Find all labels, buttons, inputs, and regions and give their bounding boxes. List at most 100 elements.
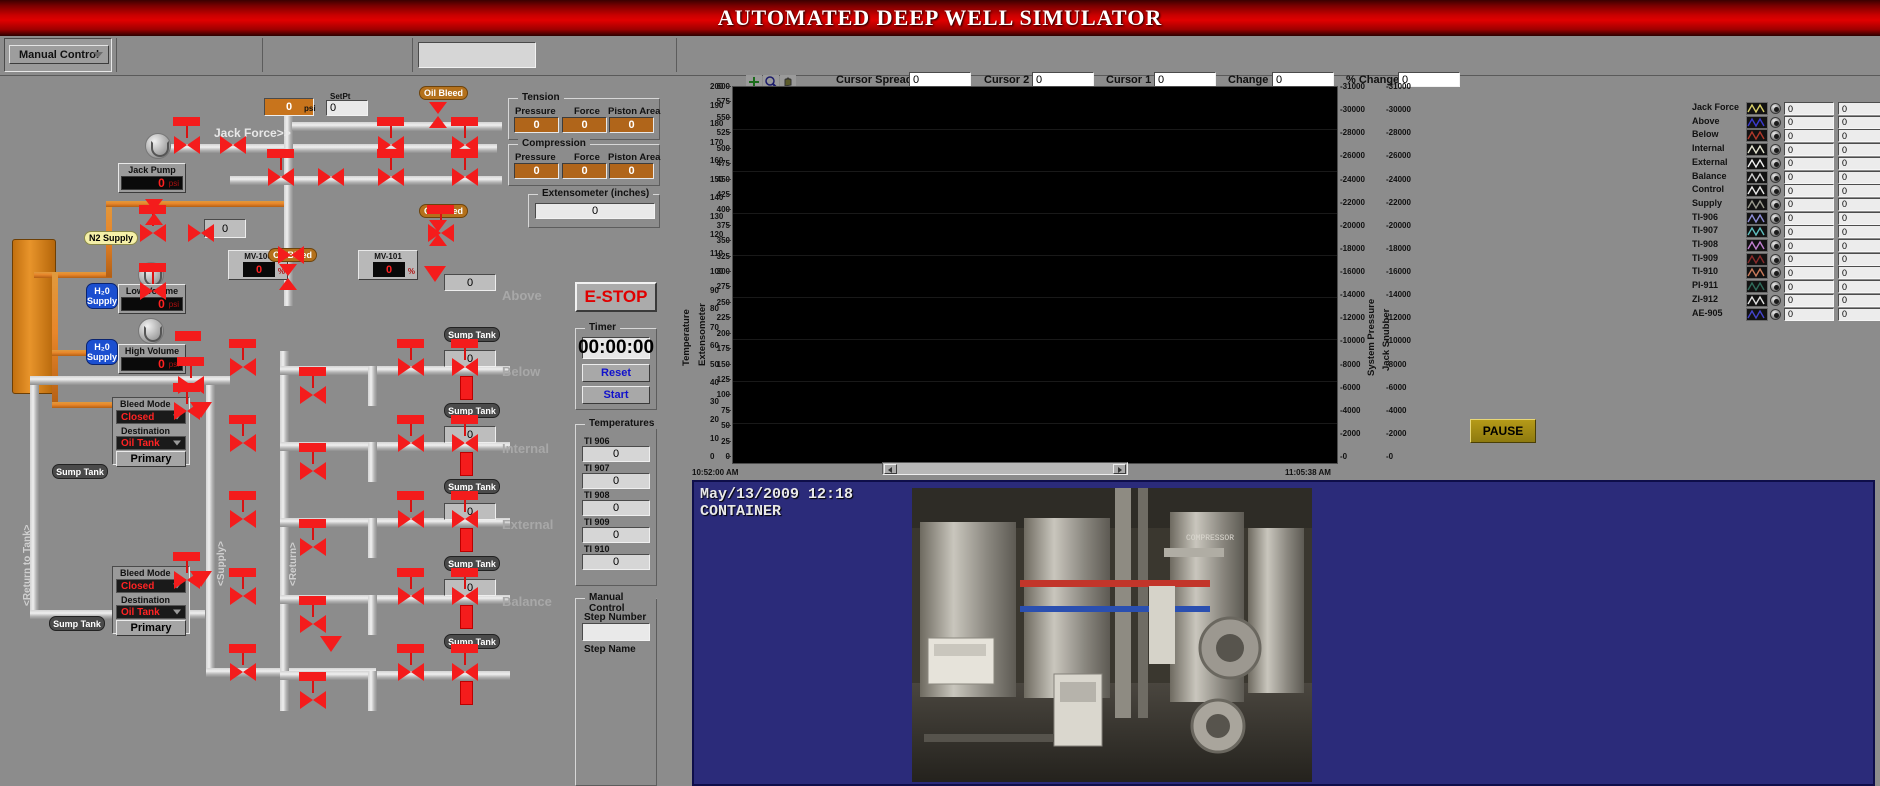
valve-symbol[interactable] [398,358,424,376]
legend-value-secondary[interactable]: 0 [1838,293,1880,307]
legend-value-primary[interactable]: 0 [1784,293,1834,307]
valve-symbol[interactable] [300,386,326,404]
legend-value-primary[interactable]: 0 [1784,225,1834,239]
valve-symbol[interactable] [268,168,294,186]
valve-symbol-vertical[interactable] [429,102,447,128]
valve-symbol[interactable] [452,358,478,376]
zone-actuator-block[interactable] [460,528,473,552]
cursor1-input[interactable]: 0 [1154,72,1216,87]
legend-value-secondary[interactable]: 0 [1838,184,1880,198]
timer-start-button[interactable]: Start [582,386,650,404]
valve-symbol[interactable] [378,168,404,186]
scroll-right-button[interactable] [1113,464,1126,474]
bleed-actuator-block[interactable] [190,571,212,587]
legend-value-primary[interactable]: 0 [1784,184,1834,198]
legend-plot-menu-knob[interactable] [1770,116,1781,128]
legend-row[interactable]: TI-906 0 0 [1692,211,1880,225]
legend-color-swatch[interactable] [1746,170,1768,184]
legend-plot-menu-knob[interactable] [1770,226,1781,238]
valve-symbol[interactable] [300,691,326,709]
valve-symbol[interactable] [452,168,478,186]
valve-symbol[interactable] [140,224,166,242]
valve-symbol[interactable] [300,615,326,633]
legend-color-swatch[interactable] [1746,115,1768,129]
legend-color-swatch[interactable] [1746,129,1768,143]
legend-plot-menu-knob[interactable] [1770,267,1781,279]
legend-value-secondary[interactable]: 0 [1838,280,1880,294]
legend-plot-menu-knob[interactable] [1770,130,1781,142]
zone-actuator-block[interactable] [460,452,473,476]
legend-value-secondary[interactable]: 0 [1838,129,1880,143]
legend-color-swatch[interactable] [1746,184,1768,198]
legend-row[interactable]: TI-909 0 0 [1692,252,1880,266]
valve-symbol[interactable] [140,282,166,300]
valve-symbol[interactable] [300,462,326,480]
legend-value-secondary[interactable]: 0 [1838,143,1880,157]
legend-value-primary[interactable]: 0 [1784,129,1834,143]
legend-row[interactable]: Internal 0 0 [1692,143,1880,157]
valve-symbol[interactable] [452,510,478,528]
legend-row[interactable]: ZI-912 0 0 [1692,293,1880,307]
legend-value-secondary[interactable]: 0 [1838,170,1880,184]
legend-color-swatch[interactable] [1746,225,1768,239]
legend-plot-menu-knob[interactable] [1770,157,1781,169]
legend-row[interactable]: Control 0 0 [1692,184,1880,198]
legend-plot-menu-knob[interactable] [1770,103,1781,114]
legend-value-secondary[interactable]: 0 [1838,239,1880,252]
bleed-actuator-block[interactable] [190,402,212,418]
zone-actuator-block[interactable] [460,605,473,629]
legend-row[interactable]: TI-910 0 0 [1692,266,1880,280]
mode-select[interactable]: Manual Control [9,45,109,64]
legend-color-swatch[interactable] [1746,239,1768,252]
legend-color-swatch[interactable] [1746,197,1768,211]
legend-color-swatch[interactable] [1746,211,1768,225]
legend-row[interactable]: Above 0 0 [1692,115,1880,129]
legend-row[interactable]: Supply 0 0 [1692,197,1880,211]
legend-value-primary[interactable]: 0 [1784,307,1834,321]
valve-symbol[interactable] [318,168,344,186]
legend-plot-menu-knob[interactable] [1770,294,1781,306]
zone-actuator-block[interactable] [460,376,473,400]
legend-value-primary[interactable]: 0 [1784,170,1834,184]
valve-symbol[interactable] [398,587,424,605]
pause-button[interactable]: PAUSE [1470,419,1536,443]
setpoint-small-input[interactable]: 0 [326,100,368,116]
legend-value-secondary[interactable]: 0 [1838,266,1880,280]
valve-symbol[interactable] [452,663,478,681]
legend-color-swatch[interactable] [1746,280,1768,294]
legend-plot-menu-knob[interactable] [1770,308,1781,320]
valve-symbol[interactable] [278,246,304,264]
legend-color-swatch[interactable] [1746,266,1768,280]
chart-scrollbar[interactable] [882,462,1128,475]
legend-value-secondary[interactable]: 0 [1838,102,1880,115]
mv101-control[interactable]: MV-101 0 % [358,250,418,280]
valve-symbol[interactable] [230,663,256,681]
estop-button[interactable]: E-STOP [575,282,657,312]
primary-button-1[interactable]: Primary [116,451,186,467]
legend-row[interactable]: PI-911 0 0 [1692,280,1880,294]
legend-value-secondary[interactable]: 0 [1838,211,1880,225]
legend-value-primary[interactable]: 0 [1784,280,1834,294]
valve-symbol[interactable] [188,224,214,242]
legend-value-secondary[interactable]: 0 [1838,252,1880,266]
valve-symbol-vertical[interactable] [279,264,297,290]
primary-button-2[interactable]: Primary [116,620,186,636]
legend-value-secondary[interactable]: 0 [1838,225,1880,239]
legend-value-primary[interactable]: 0 [1784,197,1834,211]
legend-row[interactable]: External 0 0 [1692,156,1880,170]
camera-feed[interactable]: COMPRESSOR [912,488,1312,782]
valve-symbol[interactable] [230,434,256,452]
legend-value-secondary[interactable]: 0 [1838,197,1880,211]
valve-symbol[interactable] [230,510,256,528]
valve-symbol-vertical[interactable] [145,199,163,225]
valve-symbol[interactable] [230,587,256,605]
legend-value-secondary[interactable]: 0 [1838,307,1880,321]
legend-plot-menu-knob[interactable] [1770,198,1781,210]
legend-row[interactable]: AE-905 0 0 [1692,307,1880,321]
valve-symbol[interactable] [398,663,424,681]
legend-row[interactable]: Below 0 0 [1692,129,1880,143]
legend-value-primary[interactable]: 0 [1784,156,1834,170]
legend-value-primary[interactable]: 0 [1784,252,1834,266]
scroll-left-button[interactable] [884,464,897,474]
legend-plot-menu-knob[interactable] [1770,171,1781,183]
